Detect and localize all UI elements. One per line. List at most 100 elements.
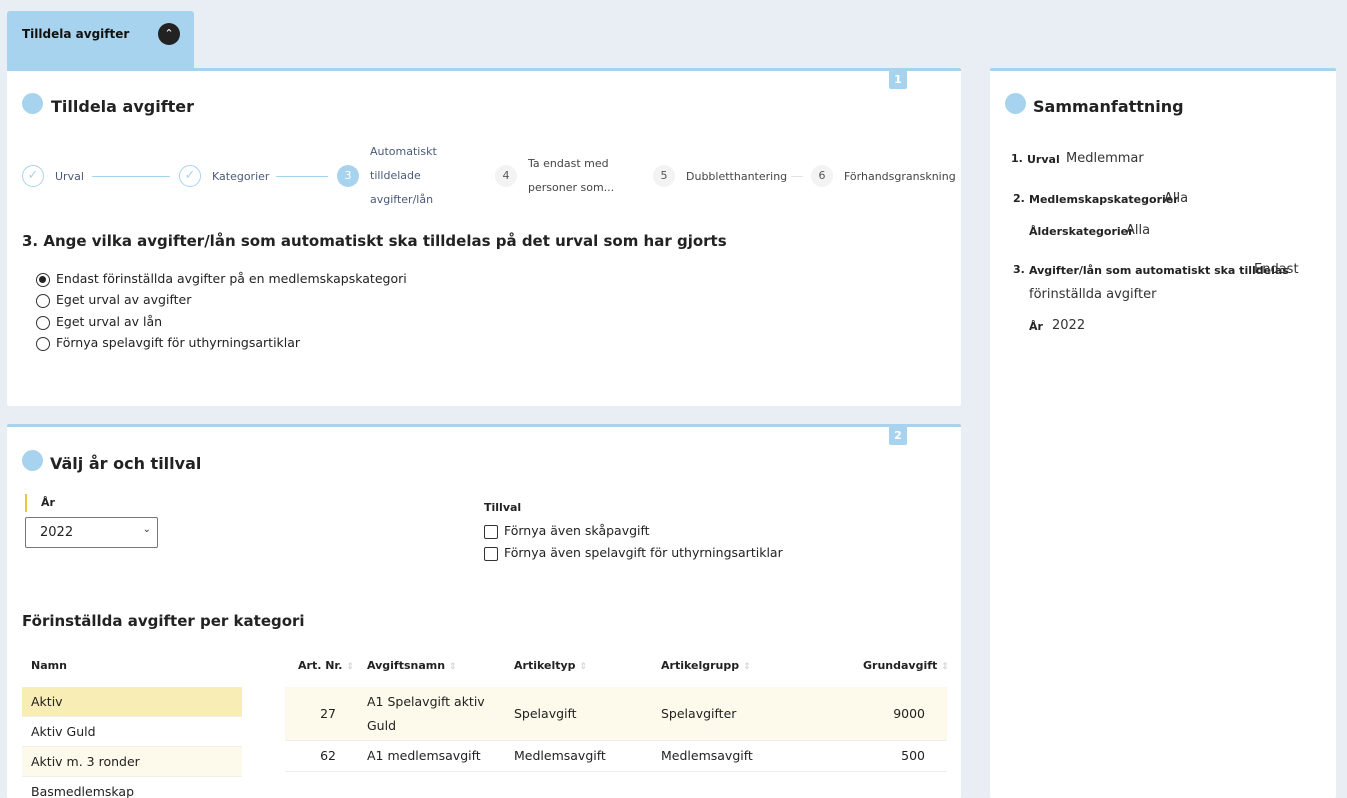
summary-key-avgifter: Avgifter/lån som automatiskt ska tilldel… xyxy=(1029,264,1289,277)
sort-icon: ⇕ xyxy=(448,662,457,672)
summary-number: 1. xyxy=(1011,152,1023,165)
fee-name-cell: A1 medlemsavgift xyxy=(367,748,481,763)
column-header-label: Artikelgrupp xyxy=(661,659,740,672)
year-label: År xyxy=(41,496,55,509)
category-row-basmedlemskap[interactable]: Basmedlemskap xyxy=(22,777,242,798)
fee-name-cell-line1: A1 Spelavgift aktiv xyxy=(367,694,485,709)
section-dot-icon xyxy=(1005,93,1026,114)
question-heading: 3. Ange vilka avgifter/lån som automatis… xyxy=(22,232,727,250)
category-name: Aktiv xyxy=(31,694,63,709)
category-name: Aktiv Guld xyxy=(31,724,96,739)
summary-value-alderskategorier: Alla xyxy=(1126,223,1151,238)
section-dot-icon xyxy=(22,450,43,471)
tab-tilldela-avgifter[interactable]: Tilldela avgifter ⌃ xyxy=(7,11,194,70)
sort-icon: ⇕ xyxy=(579,662,587,672)
sort-icon: ⇕ xyxy=(346,662,354,672)
table-row[interactable]: 62 A1 medlemsavgift Medlemsavgift Medlem… xyxy=(285,741,947,772)
column-header-artikeltyp[interactable]: Artikeltyp ⇕ xyxy=(514,659,587,672)
summary-value-avgifter: Endast xyxy=(1254,262,1299,277)
summary-number: 2. xyxy=(1013,192,1025,205)
art-nr-cell: 62 xyxy=(320,748,336,763)
checkbox-skapavgift[interactable] xyxy=(484,525,498,539)
fee-name-cell-line2: Guld xyxy=(367,718,397,733)
radio-endast-forinstallda[interactable] xyxy=(36,273,50,287)
section-title: Välj år och tillval xyxy=(50,454,202,473)
radio-label[interactable]: Endast förinställda avgifter på en medle… xyxy=(56,271,407,286)
summary-key-urval: Urval xyxy=(1027,153,1060,166)
section-dot-icon xyxy=(22,93,43,114)
sort-icon: ⇕ xyxy=(941,662,949,672)
category-name: Basmedlemskap xyxy=(31,784,135,798)
radio-label[interactable]: Eget urval av lån xyxy=(56,314,162,329)
category-name: Aktiv m. 3 ronder xyxy=(31,754,140,769)
radio-label[interactable]: Eget urval av avgifter xyxy=(56,292,191,307)
checkbox-label[interactable]: Förnya även spelavgift för uthyrningsart… xyxy=(504,545,783,560)
step-number-5: 5 xyxy=(653,165,675,187)
summary-value-urval: Medlemmar xyxy=(1066,151,1144,166)
summary-number: 3. xyxy=(1013,263,1025,276)
summary-card: Sammanfattning 1. Urval Medlemmar 2. Med… xyxy=(990,68,1336,798)
check-icon: ✓ xyxy=(22,165,44,187)
base-fee-cell: 9000 xyxy=(893,706,925,721)
extras-label: Tillval xyxy=(484,501,522,514)
step-label-forhandsgranskning[interactable]: Förhandsgranskning xyxy=(844,170,956,183)
art-nr-cell: 27 xyxy=(320,706,336,721)
checkbox-spelavgift-uthyrning[interactable] xyxy=(484,547,498,561)
sort-icon: ⇕ xyxy=(742,662,751,672)
chevron-up-icon[interactable]: ⌃ xyxy=(158,23,180,45)
column-header-label: Grundavgift xyxy=(863,659,938,672)
radio-eget-urval-lan[interactable] xyxy=(36,316,50,330)
article-group-cell: Medlemsavgift xyxy=(661,748,753,763)
step-label-ta-endast-line2[interactable]: personer som... xyxy=(528,181,614,194)
step-label-urval[interactable]: Urval xyxy=(55,170,84,183)
step-label-ta-endast-line1[interactable]: Ta endast med xyxy=(528,157,609,170)
section-title: Tilldela avgifter xyxy=(51,97,195,116)
summary-value-medlemskapskategorier: Alla xyxy=(1164,191,1189,206)
step-number-6: 6 xyxy=(811,165,833,187)
step-connector xyxy=(276,176,328,177)
article-group-cell: Spelavgifter xyxy=(661,706,737,721)
section-number-badge: 1 xyxy=(889,71,907,89)
step-connector xyxy=(791,176,803,177)
radio-label[interactable]: Förnya spelavgift för uthyrningsartiklar xyxy=(56,335,300,350)
column-header-avgiftsnamn[interactable]: Avgiftsnamn ⇕ xyxy=(367,659,456,672)
step-connector xyxy=(92,176,170,177)
column-header-artikelgrupp[interactable]: Artikelgrupp ⇕ xyxy=(661,659,751,672)
summary-value-ar: 2022 xyxy=(1052,318,1086,333)
check-icon: ✓ xyxy=(179,165,201,187)
step-number-4: 4 xyxy=(495,165,517,187)
base-fee-cell: 500 xyxy=(901,748,925,763)
table-row[interactable]: 27 A1 Spelavgift aktiv Guld Spelavgift S… xyxy=(285,687,947,741)
column-header-label: Art. Nr. xyxy=(298,659,343,672)
checkbox-label[interactable]: Förnya även skåpavgift xyxy=(504,523,650,538)
chevron-down-icon: ⌄ xyxy=(142,524,151,535)
summary-value-avgifter-cont: förinställda avgifter xyxy=(1029,287,1157,302)
required-marker xyxy=(25,494,27,512)
year-value: 2022 xyxy=(40,525,74,540)
year-select[interactable]: 2022 ⌄ xyxy=(25,517,158,548)
summary-key-alderskategorier: Ålderskategorier xyxy=(1029,225,1134,238)
radio-fornya-spelavgift[interactable] xyxy=(36,337,50,351)
step-label-automatiskt-line3[interactable]: avgifter/lån xyxy=(370,193,433,206)
step-card-1: 1 Tilldela avgifter ✓ Urval ✓ Kategorier… xyxy=(7,68,961,406)
stepper: ✓ Urval ✓ Kategorier 3 Automatiskt tilld… xyxy=(7,141,961,211)
step-label-automatiskt-line1[interactable]: Automatiskt xyxy=(370,145,437,158)
preset-fees-title: Förinställda avgifter per kategori xyxy=(22,612,305,630)
column-header-label: Avgiftsnamn xyxy=(367,659,446,672)
step-label-dubbletthantering[interactable]: Dubbletthantering xyxy=(686,170,787,183)
category-row-aktiv[interactable]: Aktiv xyxy=(22,687,242,717)
column-header-art-nr[interactable]: Art. Nr. ⇕ xyxy=(298,659,354,672)
column-header-grundavgift[interactable]: Grundavgift ⇕ xyxy=(863,659,949,672)
category-row-aktiv-guld[interactable]: Aktiv Guld xyxy=(22,717,242,747)
article-type-cell: Medlemsavgift xyxy=(514,748,606,763)
radio-eget-urval-avgifter[interactable] xyxy=(36,294,50,308)
summary-title: Sammanfattning xyxy=(1033,97,1184,116)
category-row-aktiv-3-ronder[interactable]: Aktiv m. 3 ronder xyxy=(22,747,242,777)
section-number-badge: 2 xyxy=(889,427,907,445)
step-label-automatiskt-line2[interactable]: tilldelade xyxy=(370,169,421,182)
summary-key-medlemskapskategorier: Medlemskapskategorier xyxy=(1029,193,1179,206)
column-header-label: Artikeltyp xyxy=(514,659,576,672)
tab-label: Tilldela avgifter xyxy=(22,27,130,41)
category-header: Namn xyxy=(31,659,67,672)
step-label-kategorier[interactable]: Kategorier xyxy=(212,170,269,183)
